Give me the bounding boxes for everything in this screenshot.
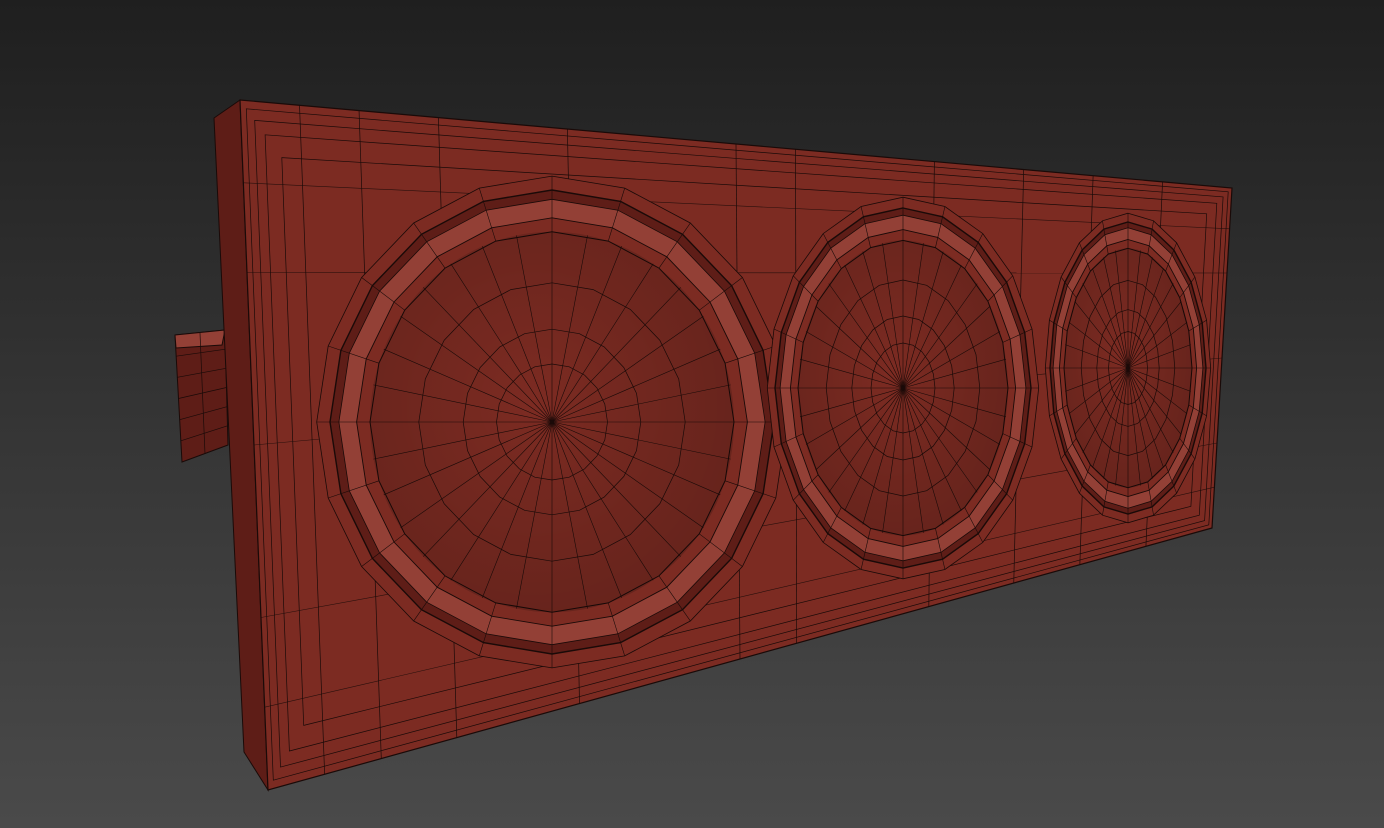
gauge-center bbox=[1126, 366, 1130, 370]
3d-viewport[interactable] bbox=[0, 0, 1384, 828]
viewport-canvas bbox=[0, 0, 1384, 828]
gauge-center bbox=[550, 420, 554, 424]
gauge-center bbox=[901, 386, 905, 390]
